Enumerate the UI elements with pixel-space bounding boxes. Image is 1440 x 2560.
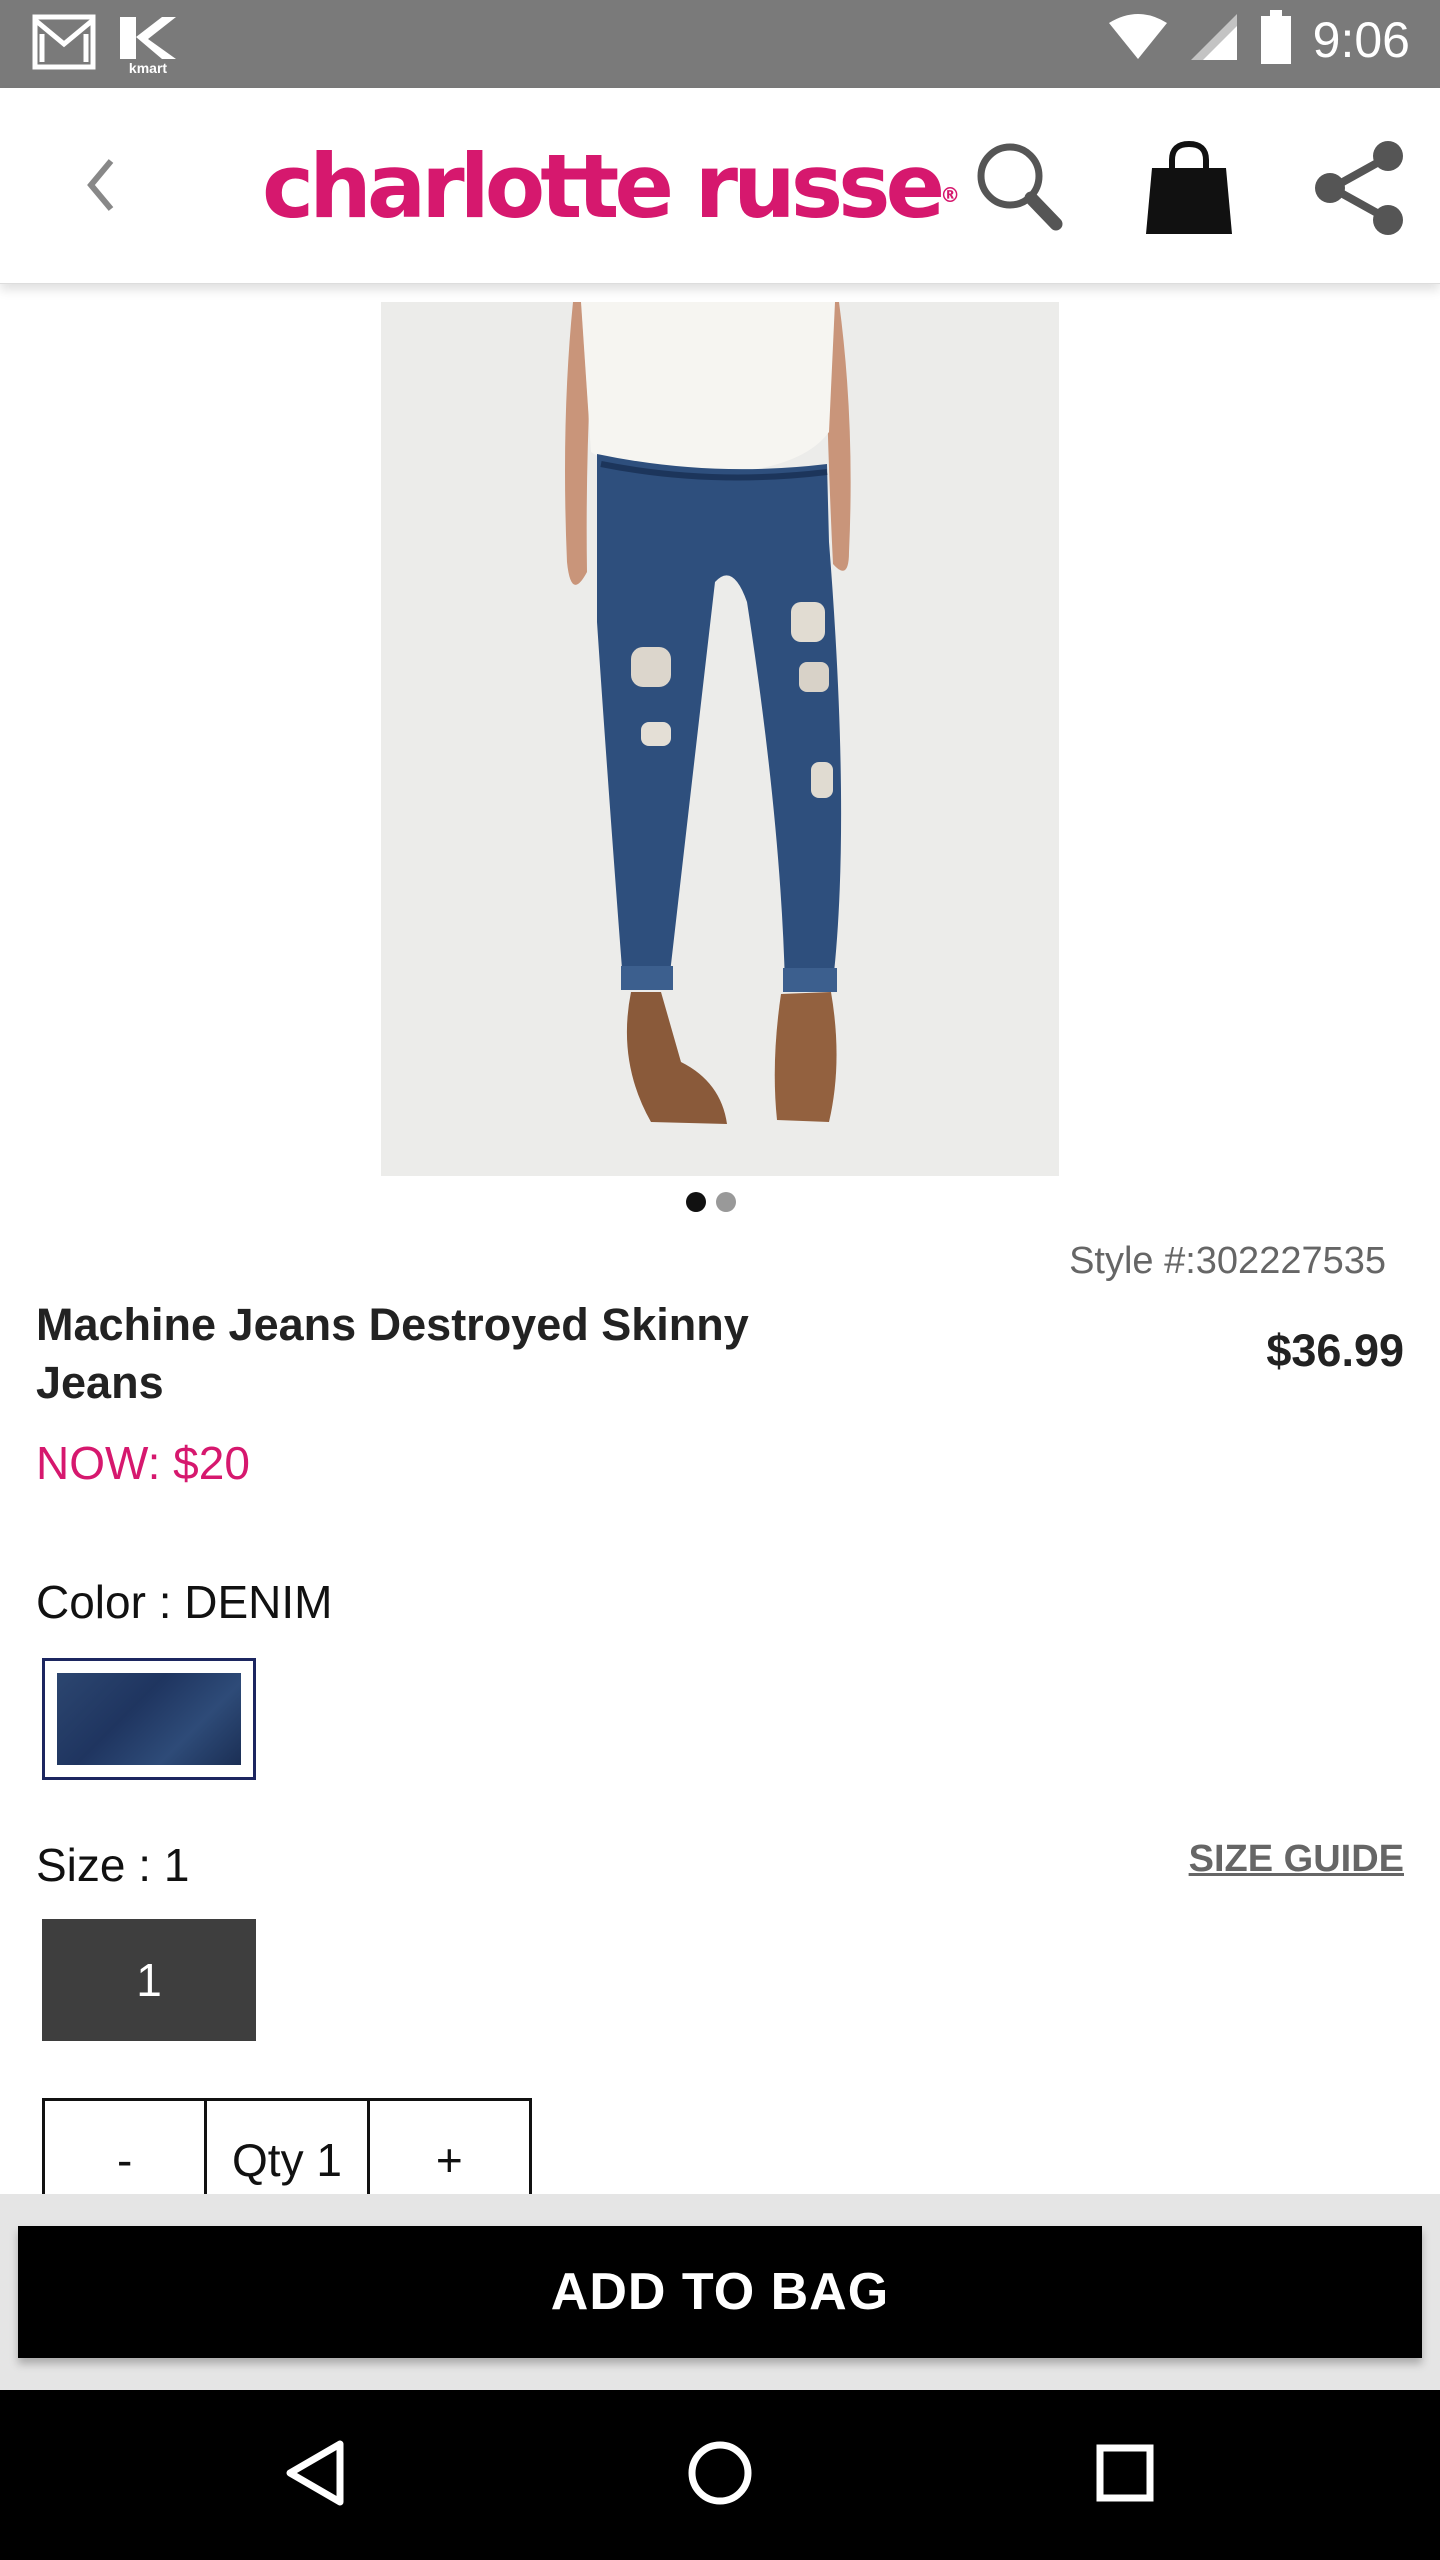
back-icon <box>85 157 115 218</box>
quantity-stepper: - Qty 1 + <box>42 2098 532 2198</box>
kmart-icon: kmart <box>118 15 178 75</box>
size-guide-link[interactable]: SIZE GUIDE <box>1189 1838 1404 1881</box>
denim-swatch-fill <box>57 1673 241 1765</box>
wifi-icon <box>1108 13 1167 66</box>
nav-back-button[interactable] <box>264 2430 364 2520</box>
style-number: Style #:302227535 <box>1069 1240 1386 1282</box>
gmail-icon <box>32 14 96 75</box>
shopping-bag-icon <box>1142 140 1236 242</box>
search-button[interactable] <box>970 138 1070 238</box>
carousel-dot-active[interactable] <box>686 1192 706 1212</box>
color-label: Color : DENIM <box>36 1576 333 1628</box>
cell-signal-icon <box>1189 12 1239 67</box>
product-price: $36.99 <box>1266 1325 1404 1376</box>
size-label: Size : 1 <box>36 1839 190 1891</box>
battery-icon <box>1260 10 1291 69</box>
product-title: Machine Jeans Destroyed Skinny Jeans <box>36 1299 749 1408</box>
share-icon <box>1310 141 1410 242</box>
status-bar: kmart 9:06 <box>0 0 1440 88</box>
product-image[interactable] <box>381 302 1059 1176</box>
kmart-label: kmart <box>128 59 168 76</box>
model-jeans-illustration <box>381 302 1059 1176</box>
registered-mark: ® <box>940 183 961 207</box>
back-button[interactable] <box>60 142 140 232</box>
color-swatch-denim[interactable] <box>42 1658 256 1780</box>
home-circle-icon <box>685 2438 755 2513</box>
add-to-bag-bar: ADD TO BAG <box>0 2194 1440 2390</box>
size-option-1[interactable]: 1 <box>42 1919 256 2041</box>
search-icon <box>970 143 1070 242</box>
back-triangle-icon <box>282 2438 346 2513</box>
nav-home-button[interactable] <box>670 2430 770 2520</box>
carousel-dots[interactable] <box>686 1192 736 1212</box>
brand-logo[interactable]: charlotte russe® <box>262 132 960 242</box>
recents-square-icon <box>1095 2443 1155 2508</box>
qty-value: Qty 1 <box>204 2101 366 2198</box>
brand-name: charlotte russe <box>262 135 945 238</box>
qty-decrement-button[interactable]: - <box>45 2101 204 2198</box>
share-button[interactable] <box>1310 138 1410 238</box>
system-nav-bar <box>0 2390 1440 2560</box>
carousel-dot[interactable] <box>716 1192 736 1212</box>
sale-price: NOW: $20 <box>36 1437 250 1489</box>
nav-recents-button[interactable] <box>1075 2430 1175 2520</box>
shopping-bag-button[interactable] <box>1142 138 1236 238</box>
app-header: charlotte russe® <box>0 88 1440 284</box>
qty-increment-button[interactable]: + <box>366 2101 529 2198</box>
clock: 9:06 <box>1312 11 1410 68</box>
add-to-bag-button[interactable]: ADD TO BAG <box>18 2226 1422 2358</box>
